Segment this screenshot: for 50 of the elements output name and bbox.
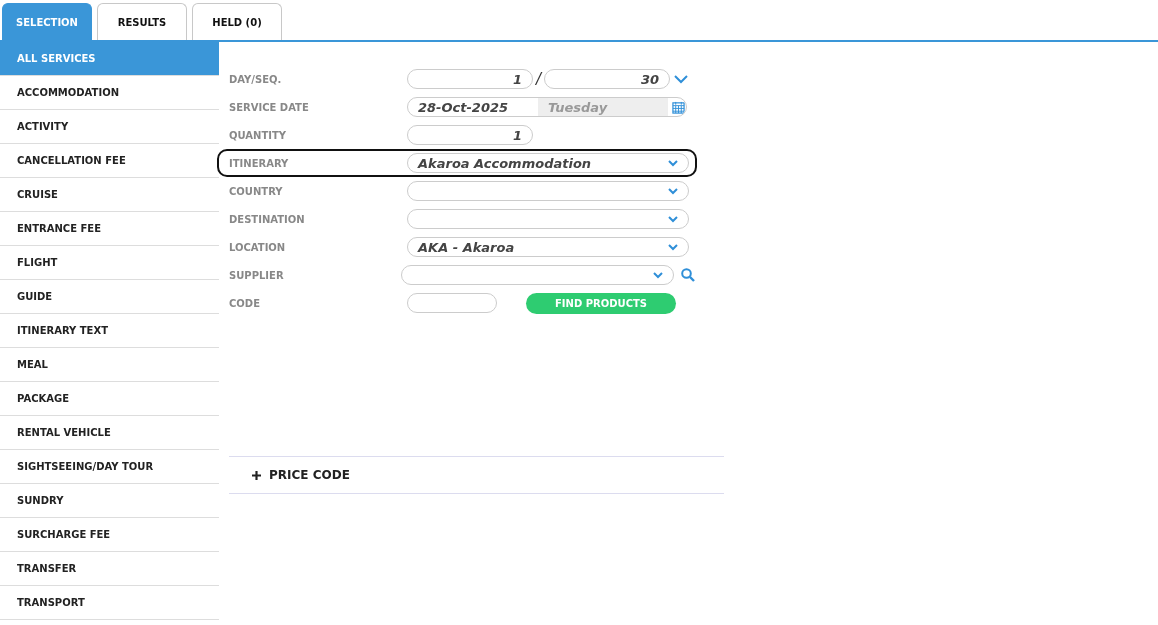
field-label: DESTINATION <box>229 213 306 225</box>
day-field[interactable]: 1 <box>407 69 533 89</box>
sidebar-item[interactable]: TRANSFER <box>0 552 219 586</box>
quantity-field[interactable]: 1 <box>407 125 533 145</box>
field-label: SUPPLIER <box>229 269 285 281</box>
field-label: SERVICE DATE <box>229 101 310 113</box>
search-icon[interactable] <box>681 268 695 282</box>
field-label: COUNTRY <box>229 185 284 197</box>
field-label: LOCATION <box>229 241 287 253</box>
field-label: DAY/SEQ. <box>229 73 283 85</box>
sidebar-item[interactable]: GUIDE <box>0 280 219 314</box>
chevron-down-icon <box>668 187 678 195</box>
section-toggle[interactable]: PRICE CODE <box>269 468 350 482</box>
field-label: QUANTITY <box>229 129 288 141</box>
code-field[interactable] <box>407 293 497 313</box>
chevron-down-icon <box>668 159 678 167</box>
plus-icon[interactable] <box>252 470 261 480</box>
sidebar-item[interactable]: CRUISE <box>0 178 219 212</box>
tab[interactable]: HELD (0) <box>192 3 282 40</box>
sidebar-item[interactable]: ITINERARY TEXT <box>0 314 219 348</box>
sidebar-item[interactable]: PACKAGE <box>0 382 219 416</box>
chevron-down-icon <box>668 243 678 251</box>
separator: / <box>536 70 542 88</box>
field-label: CODE <box>229 297 261 309</box>
calendar-icon[interactable] <box>672 100 685 114</box>
chevron-down-icon[interactable] <box>674 74 689 84</box>
dropdown-field[interactable] <box>400 265 674 285</box>
sidebar-item[interactable]: ACCOMMODATION <box>0 76 219 110</box>
dropdown-field[interactable] <box>407 209 689 229</box>
chevron-down-icon <box>653 271 663 279</box>
sidebar-item[interactable]: SUNDRY <box>0 484 219 518</box>
dropdown-field[interactable] <box>407 181 689 201</box>
sidebar-item[interactable]: FLIGHT <box>0 246 219 280</box>
sidebar-item[interactable]: ENTRANCE FEE <box>0 212 219 246</box>
sidebar-item[interactable]: RENTAL VEHICLE <box>0 416 219 450</box>
sequence-field[interactable]: 30 <box>544 69 671 89</box>
dropdown-field[interactable]: Akaroa Accommodation <box>407 153 689 173</box>
sidebar-item[interactable]: SURCHARGE FEE <box>0 518 219 552</box>
chevron-down-icon <box>668 215 678 223</box>
sidebar-item[interactable]: TRANSPORT <box>0 586 219 620</box>
sidebar-item[interactable]: SIGHTSEEING/DAY TOUR <box>0 450 219 484</box>
weekday-value: Tuesday <box>538 98 668 116</box>
sidebar-item[interactable]: CANCELLATION FEE <box>0 144 219 178</box>
date-field[interactable]: 28-Oct-2025 Tuesday <box>407 97 687 117</box>
sidebar-item[interactable]: MEAL <box>0 348 219 382</box>
sidebar-item[interactable]: ACTIVITY <box>0 110 219 144</box>
dropdown-field[interactable]: AKA - Akaroa <box>407 237 689 257</box>
field-label: ITINERARY <box>229 157 290 169</box>
tab[interactable]: RESULTS <box>97 3 187 40</box>
date-value: 28-Oct-2025 <box>418 99 510 115</box>
